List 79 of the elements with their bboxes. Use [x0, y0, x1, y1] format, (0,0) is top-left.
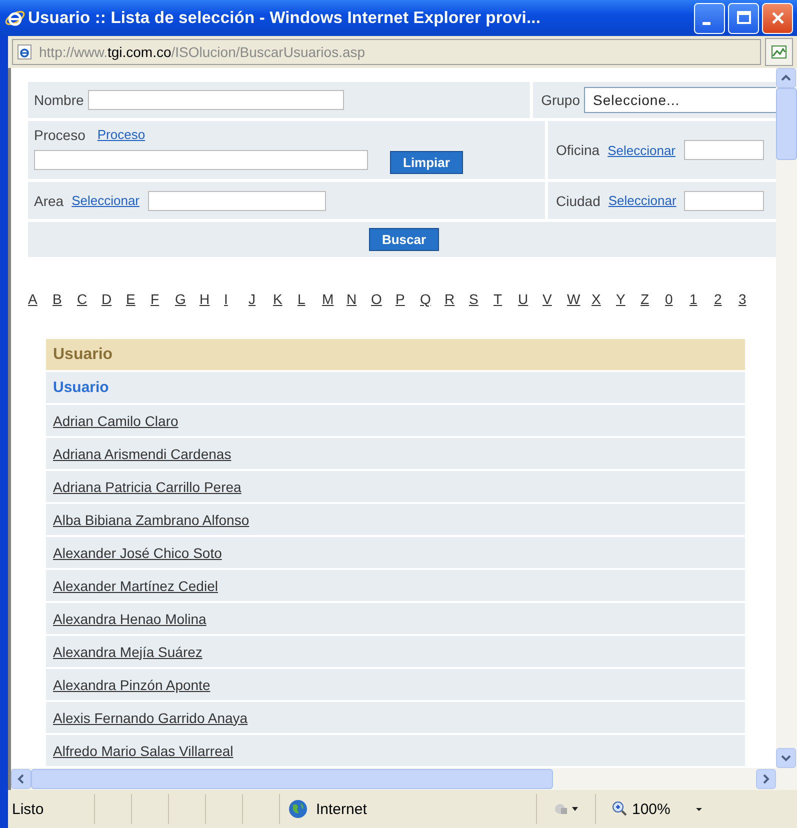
office-field[interactable] — [684, 140, 764, 160]
letter-link[interactable]: 2 — [714, 291, 738, 307]
field-label: Nombre — [34, 92, 84, 108]
select-link[interactable]: Seleccionar — [72, 193, 140, 208]
letter-link[interactable]: K — [273, 291, 298, 307]
letter-link[interactable]: Z — [640, 291, 665, 307]
field-label: Ciudad — [556, 192, 600, 208]
scroll-thumb[interactable] — [31, 769, 553, 789]
letter-link[interactable]: W — [567, 291, 592, 307]
status-text: Listo — [8, 794, 95, 824]
letter-link[interactable]: B — [52, 291, 77, 307]
list-heading: Usuario — [53, 379, 109, 396]
letter-link[interactable]: M — [322, 291, 346, 307]
letter-link[interactable]: Y — [616, 291, 640, 307]
letter-link[interactable]: 1 — [690, 291, 714, 307]
maximize-button[interactable] — [728, 2, 759, 34]
letter-link[interactable]: U — [518, 291, 542, 307]
letter-link[interactable]: 3 — [738, 291, 763, 307]
letter-link[interactable]: A — [28, 291, 52, 307]
image-button[interactable] — [765, 38, 793, 66]
letter-link[interactable]: R — [444, 291, 469, 307]
zoom-icon — [612, 801, 628, 817]
horizontal-scrollbar[interactable] — [11, 768, 797, 790]
letter-link[interactable]: F — [150, 291, 175, 307]
field-label: Oficina — [556, 142, 600, 158]
user-link[interactable]: Alexander Martínez Cediel — [53, 578, 218, 594]
user-link[interactable]: Alexandra Pinzón Aponte — [53, 676, 210, 692]
image-icon — [771, 44, 787, 60]
letter-link[interactable]: I — [224, 291, 248, 307]
group-dropdown[interactable]: Seleccione... — [584, 87, 776, 113]
letter-link[interactable]: J — [248, 291, 273, 307]
user-link[interactable]: Alexis Fernando Garrido Anaya — [53, 710, 248, 726]
name-field[interactable] — [88, 90, 344, 110]
scroll-thumb[interactable] — [776, 88, 797, 160]
zone-text: Internet — [316, 800, 367, 818]
user-link[interactable]: Alexander José Chico Soto — [53, 544, 222, 560]
letter-link[interactable]: S — [469, 291, 494, 307]
zoom-button[interactable]: 100% — [596, 794, 704, 824]
letter-link[interactable]: P — [396, 291, 420, 307]
select-link[interactable]: Seleccionar — [608, 142, 676, 158]
area-field[interactable] — [148, 190, 326, 210]
letter-link[interactable]: H — [200, 291, 224, 307]
page-icon — [17, 44, 33, 60]
select-link[interactable]: Proceso — [97, 127, 146, 142]
user-link[interactable]: Alexandra Henao Molina — [53, 610, 206, 626]
letter-link[interactable]: L — [298, 291, 322, 307]
letter-link[interactable]: 0 — [665, 291, 690, 307]
minimize-button[interactable] — [694, 2, 725, 34]
letter-link[interactable]: Q — [420, 291, 444, 307]
process-field[interactable] — [34, 150, 368, 170]
user-link[interactable]: Alfredo Mario Salas Villarreal — [53, 742, 234, 758]
letter-link[interactable]: X — [592, 291, 616, 307]
user-link[interactable]: Alba Bibiana Zambrano Alfonso — [53, 512, 250, 528]
letter-link[interactable]: N — [346, 291, 371, 307]
letter-link[interactable]: O — [371, 291, 396, 307]
user-link[interactable]: Adriana Arismendi Cardenas — [53, 446, 232, 462]
clear-button[interactable]: Limpiar — [390, 150, 463, 174]
letter-link[interactable]: E — [126, 291, 150, 307]
select-link[interactable]: Seleccionar — [608, 193, 676, 208]
search-button[interactable]: Buscar — [368, 228, 440, 251]
field-label: Area — [34, 192, 64, 208]
window-title: Usuario :: Lista de selección - Windows Internet Explorer provi... — [28, 8, 542, 28]
field-label: Grupo — [541, 92, 580, 108]
letter-link[interactable]: C — [77, 291, 102, 307]
letter-link[interactable]: T — [494, 291, 518, 307]
address-field[interactable]: http://www.tgi.com.co/ISOlucion/BuscarUsuarios.asp — [12, 39, 761, 65]
column-header: Usuario — [46, 339, 745, 370]
letter-link[interactable]: G — [175, 291, 200, 307]
user-link[interactable]: Adrian Camilo Claro — [53, 412, 178, 428]
city-field[interactable] — [684, 190, 764, 210]
letter-link[interactable]: D — [102, 291, 126, 307]
letter-link[interactable]: V — [542, 291, 567, 307]
vertical-scrollbar[interactable] — [776, 68, 797, 768]
user-link[interactable]: Alexandra Mejía Suárez — [53, 644, 202, 660]
field-label: Proceso — [34, 126, 86, 142]
globe-icon — [288, 799, 308, 819]
user-link[interactable]: Adriana Patricia Carrillo Perea — [53, 478, 242, 494]
close-button[interactable] — [762, 2, 793, 34]
minimize-icon — [702, 22, 711, 24]
